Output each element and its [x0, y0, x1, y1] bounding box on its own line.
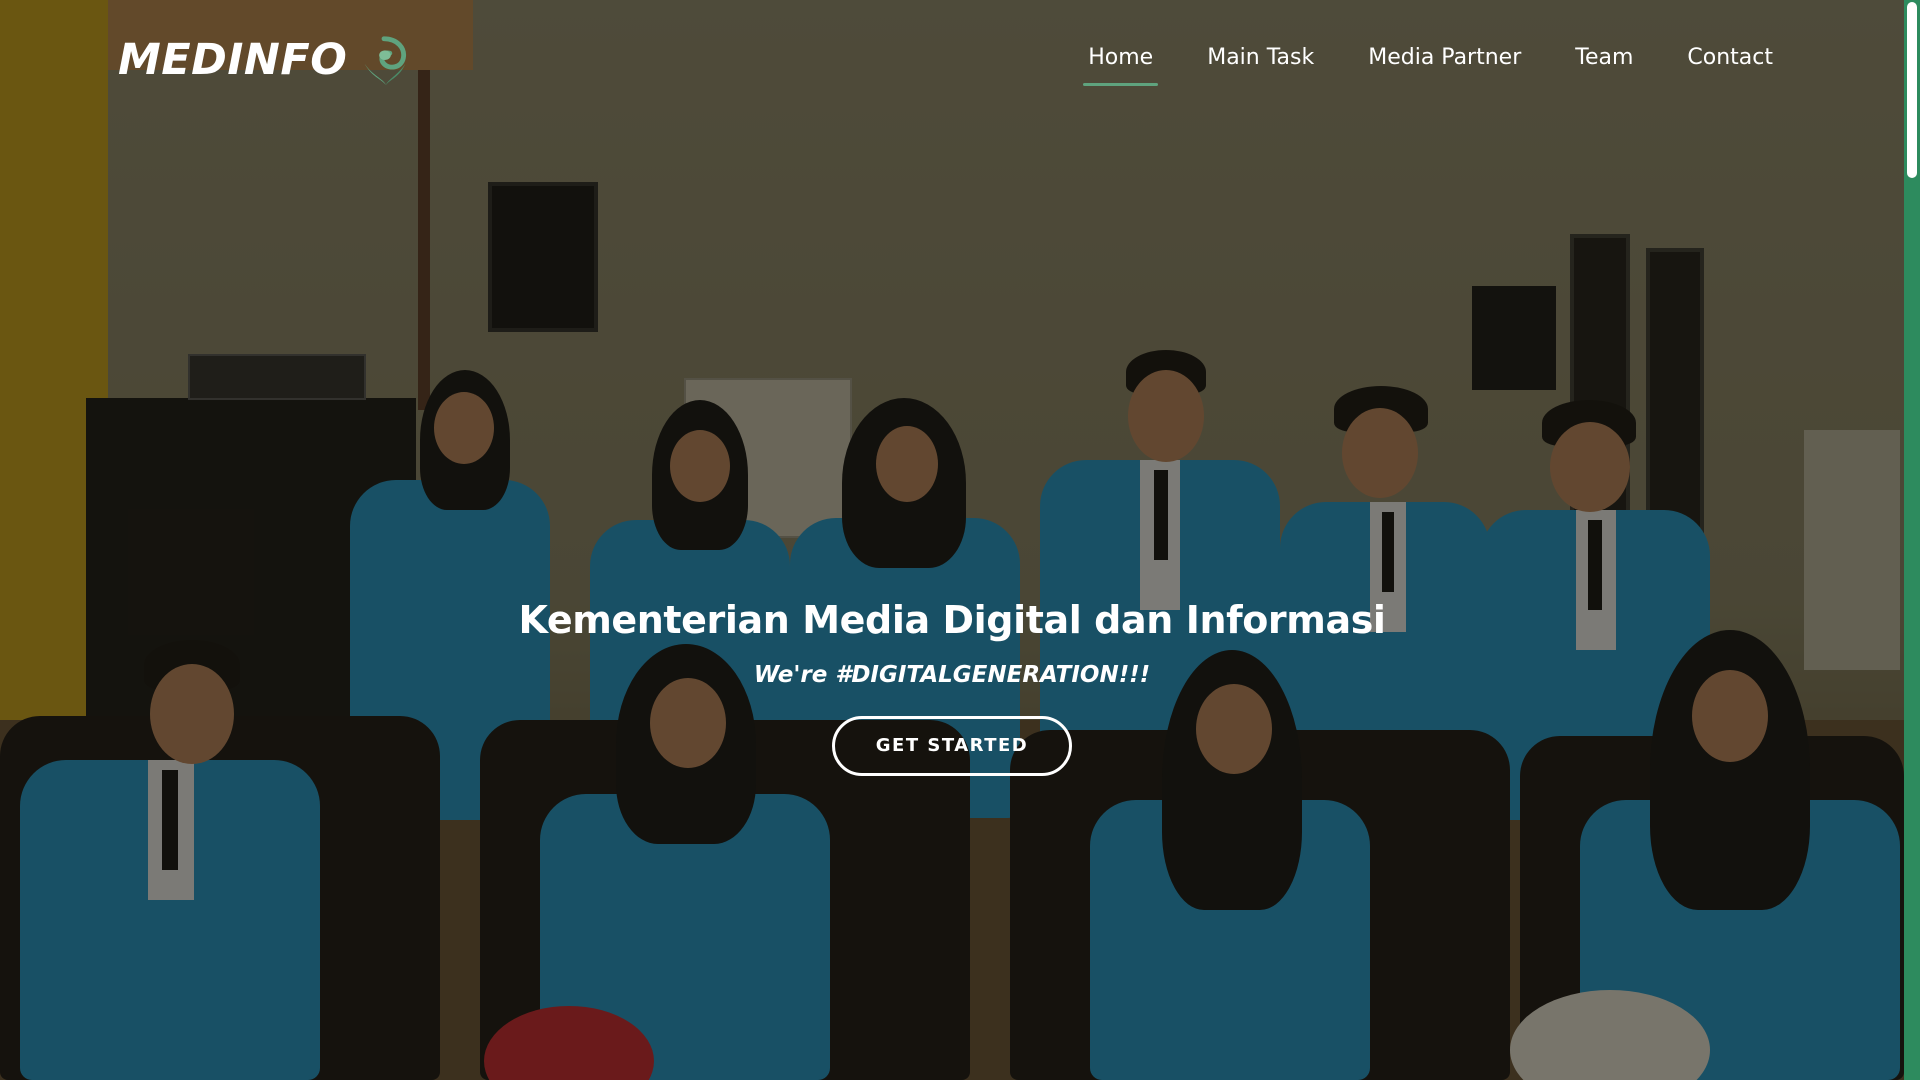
- top-navbar: MEDINFO Home Main Task Media Partner Tea…: [0, 0, 1904, 120]
- nav-main-task[interactable]: Main Task: [1202, 45, 1319, 86]
- nav-contact[interactable]: Contact: [1682, 45, 1778, 86]
- hero-tagline: We're #DIGITALGENERATION!!!: [753, 662, 1151, 688]
- nav-media-partner[interactable]: Media Partner: [1363, 45, 1526, 86]
- leaf-swirl-icon: [364, 36, 407, 86]
- hero-title: Kementerian Media Digital dan Informasi: [518, 598, 1386, 642]
- page-scrollbar[interactable]: [1904, 0, 1920, 1080]
- brand-logo[interactable]: MEDINFO: [118, 30, 413, 90]
- get-started-button[interactable]: GET STARTED: [832, 716, 1072, 776]
- nav-team[interactable]: Team: [1570, 45, 1638, 86]
- nav-home[interactable]: Home: [1083, 45, 1159, 86]
- brand-name: MEDINFO: [118, 35, 348, 85]
- hero-content: Kementerian Media Digital dan Informasi …: [0, 598, 1904, 776]
- main-navigation: Home Main Task Media Partner Team Contac…: [1083, 45, 1778, 86]
- scrollbar-thumb[interactable]: [1907, 2, 1917, 178]
- hero-section: [0, 0, 1904, 1080]
- hero-dark-overlay: [0, 0, 1904, 1080]
